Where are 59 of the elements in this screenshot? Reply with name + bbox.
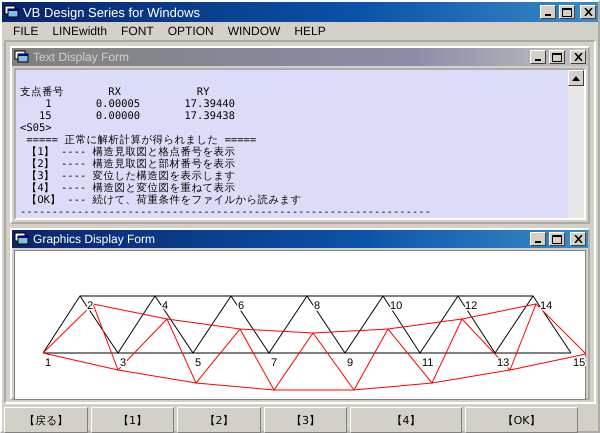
menu-item[interactable]: LINEwidth — [45, 24, 114, 38]
close-button[interactable] — [570, 50, 586, 64]
output-line: 【2】 ---- 構造見取図と部材番号を表示 — [25, 158, 237, 170]
node-label: 5 — [195, 357, 202, 369]
menu-item[interactable]: HELP — [287, 24, 333, 38]
command-button[interactable]: 【2】 — [177, 407, 261, 433]
command-button[interactable]: 【OK】 — [465, 407, 578, 433]
close-button[interactable] — [580, 5, 596, 19]
output-line: <S05> — [20, 122, 53, 134]
up-arrow-icon — [572, 76, 580, 80]
maximize-button[interactable] — [549, 232, 565, 246]
maximize-button[interactable] — [559, 5, 575, 19]
menu-item[interactable]: OPTION — [160, 24, 221, 38]
window-icon — [14, 232, 30, 246]
maximize-icon — [552, 52, 562, 62]
output-line: ===== 正常に解析計算が得られました ===== — [25, 134, 258, 146]
close-icon — [574, 53, 582, 61]
close-icon — [574, 235, 582, 243]
output-line: 【4】 ---- 構造図と変位図を重ねて表示 — [25, 182, 237, 194]
node-label: 10 — [390, 300, 402, 312]
menu-item[interactable]: FONT — [114, 24, 161, 38]
command-button[interactable]: 【3】 — [264, 407, 347, 433]
close-icon — [584, 8, 592, 16]
node-label: 4 — [162, 300, 168, 312]
minimize-button[interactable] — [540, 5, 556, 19]
node-label: 11 — [422, 357, 434, 369]
window-icon — [4, 5, 20, 19]
maximize-button[interactable] — [549, 50, 565, 64]
node-label: 1 — [45, 357, 52, 369]
scrollbar[interactable] — [568, 70, 584, 218]
node-label: 12 — [465, 300, 478, 312]
output-line: ----------------------------------------------------------------- — [20, 206, 432, 218]
output-line: 支点番号 RX RY — [20, 86, 210, 98]
output-line: 【3】 ---- 変位した構造図を表示します — [25, 170, 237, 182]
window-title: VB Design Series for Windows — [23, 4, 202, 20]
window-icon — [14, 50, 30, 64]
command-button[interactable]: 【1】 — [91, 407, 174, 433]
output-line: 【1】 ---- 構造見取図と格点番号を表示 — [25, 146, 237, 158]
command-button[interactable]: 【4】 — [350, 407, 462, 433]
output-line: 1 0.00005 17.39440 — [44, 98, 236, 110]
close-button[interactable] — [570, 232, 586, 246]
window-title: Text Display Form — [33, 50, 130, 64]
window-title: Graphics Display Form — [33, 232, 156, 246]
output-line: 【OK】 --- 続けて、荷重条件をファイルから読みます — [25, 194, 303, 206]
menu-item[interactable]: WINDOW — [220, 24, 288, 38]
menu-item[interactable]: FILE — [6, 24, 46, 38]
maximize-icon — [562, 8, 572, 16]
minimize-button[interactable] — [530, 232, 546, 246]
node-label: 14 — [540, 300, 552, 312]
node-label: 6 — [238, 300, 244, 312]
scroll-up-button[interactable] — [568, 70, 584, 86]
node-label: 9 — [347, 357, 354, 369]
output-line: 15 0.00000 17.39438 — [38, 110, 236, 122]
command-button[interactable]: 【戻る】 — [4, 407, 88, 433]
node-label: 15 — [573, 357, 586, 369]
maximize-icon — [552, 234, 562, 244]
node-label: 8 — [314, 300, 320, 312]
node-label: 7 — [271, 357, 278, 369]
minimize-button[interactable] — [530, 50, 546, 64]
